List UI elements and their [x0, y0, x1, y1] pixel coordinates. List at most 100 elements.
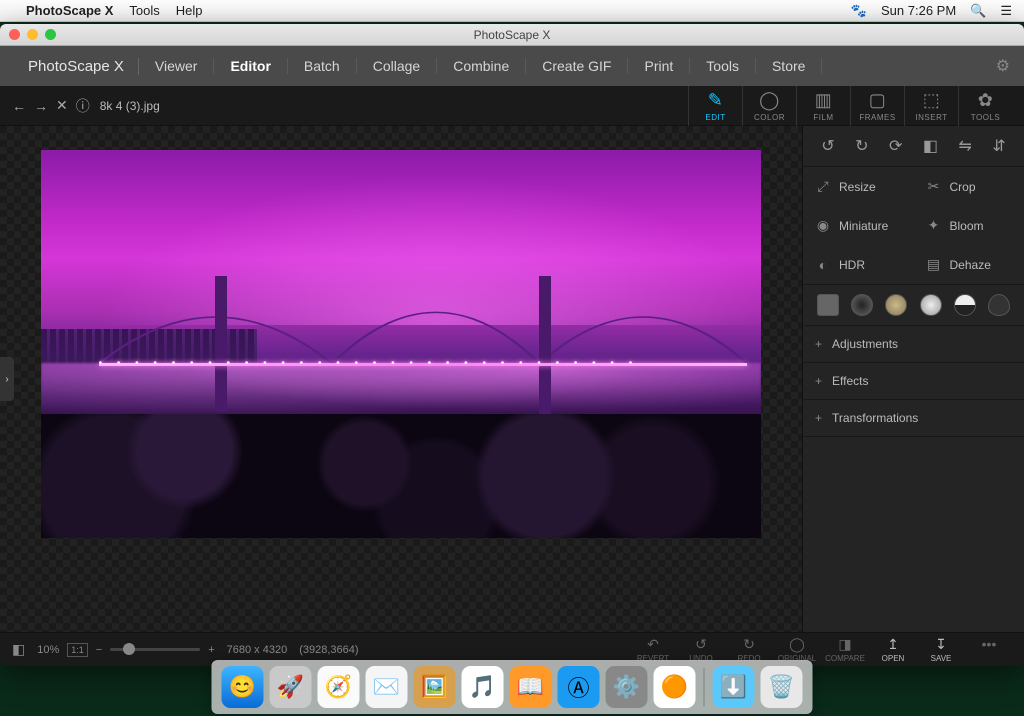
- tool-miniature[interactable]: ◉Miniature: [803, 206, 914, 245]
- settings-gear-icon[interactable]: ⚙: [996, 56, 1010, 76]
- zoom-fit-button[interactable]: 1:1: [67, 643, 88, 657]
- image-canvas[interactable]: [41, 150, 761, 538]
- dock-downloads[interactable]: ⬇️: [713, 666, 755, 708]
- menubar-tools[interactable]: Tools: [129, 3, 159, 18]
- more-icon: •••: [982, 636, 997, 652]
- more-button[interactable]: •••: [966, 636, 1012, 663]
- window-titlebar: PhotoScape X: [0, 24, 1024, 46]
- revert-icon: ↶: [647, 636, 659, 653]
- color-icon: ◯: [759, 90, 780, 111]
- menubar-help[interactable]: Help: [176, 3, 203, 18]
- dock-trash[interactable]: 🗑️: [761, 666, 803, 708]
- mode-tools[interactable]: ✿TOOLS: [958, 86, 1012, 126]
- resize-icon: ⤢: [815, 178, 831, 195]
- mode-film[interactable]: ▥FILM: [796, 86, 850, 126]
- tab-print[interactable]: Print: [628, 58, 690, 74]
- filter-preset-2[interactable]: [851, 294, 873, 316]
- original-icon: ◯: [789, 636, 805, 653]
- dock-finder[interactable]: 😊: [222, 666, 264, 708]
- menubar-script-icon[interactable]: 🐾: [851, 3, 867, 19]
- zoom-out-button[interactable]: −: [96, 644, 102, 656]
- tab-create-gif[interactable]: Create GIF: [526, 58, 628, 74]
- open-button[interactable]: ↥OPEN: [870, 636, 916, 663]
- original-button[interactable]: ◯ORIGINAL: [774, 636, 820, 663]
- workspace: › ↺: [0, 126, 1024, 632]
- tab-collage[interactable]: Collage: [357, 58, 437, 74]
- macos-menubar: PhotoScape X Tools Help 🐾 Sun 7:26 PM 🔍 …: [0, 0, 1024, 22]
- open-icon: ↥: [887, 636, 899, 653]
- edit-icon: ✎: [708, 90, 724, 111]
- tool-dehaze[interactable]: ▤Dehaze: [914, 245, 1024, 284]
- mode-insert[interactable]: ⬚INSERT: [904, 86, 958, 126]
- menubar-app[interactable]: PhotoScape X: [26, 3, 113, 18]
- filter-preset-1[interactable]: [817, 294, 839, 316]
- tab-store[interactable]: Store: [756, 58, 822, 74]
- section-transformations[interactable]: +Transformations: [803, 400, 1024, 437]
- dock-prefs[interactable]: ⚙️: [606, 666, 648, 708]
- compare-button[interactable]: ◨COMPARE: [822, 636, 868, 663]
- nav-forward-icon[interactable]: →: [34, 98, 48, 114]
- rotate-left-icon[interactable]: ↺: [821, 136, 834, 156]
- dock-photoscape[interactable]: 🟠: [654, 666, 696, 708]
- mode-color[interactable]: ◯COLOR: [742, 86, 796, 126]
- menubar-list-icon[interactable]: ☰: [1000, 3, 1012, 19]
- edit-sidepanel: ↺ ↻ ⟳ ◧ ⇋ ⇵ ⤢Resize ✂Crop ◉Miniature ✦Bl…: [802, 126, 1024, 632]
- section-effects[interactable]: +Effects: [803, 363, 1024, 400]
- crop-icon: ✂: [926, 178, 942, 195]
- hdr-icon: ◐: [815, 257, 831, 273]
- tab-combine[interactable]: Combine: [437, 58, 526, 74]
- tool-resize[interactable]: ⤢Resize: [803, 167, 914, 206]
- frames-icon: ▢: [869, 90, 887, 111]
- zoom-in-button[interactable]: +: [208, 644, 214, 656]
- rotate-right-icon[interactable]: ↻: [855, 136, 868, 156]
- redo-icon: ↻: [743, 636, 755, 653]
- undo-button[interactable]: ↺UNDO: [678, 636, 724, 663]
- tab-editor[interactable]: Editor: [214, 58, 287, 74]
- flip-v-icon[interactable]: ⇵: [992, 136, 1005, 156]
- compare-icon: ◨: [838, 636, 851, 653]
- dock-launchpad[interactable]: 🚀: [270, 666, 312, 708]
- dock-appstore[interactable]: Ⓐ: [558, 666, 600, 708]
- section-adjustments[interactable]: +Adjustments: [803, 326, 1024, 363]
- dock-preview[interactable]: 🖼️: [414, 666, 456, 708]
- filter-preset-6[interactable]: [988, 294, 1010, 316]
- app-window: PhotoScape X PhotoScape X Viewer Editor …: [0, 24, 1024, 666]
- nav-back-icon[interactable]: ←: [12, 98, 26, 114]
- app-brand: PhotoScape X: [14, 58, 139, 75]
- film-icon: ▥: [815, 90, 833, 111]
- tab-tools[interactable]: Tools: [690, 58, 756, 74]
- revert-button[interactable]: ↶REVERT: [630, 636, 676, 663]
- tool-hdr[interactable]: ◐HDR: [803, 245, 914, 284]
- tab-viewer[interactable]: Viewer: [139, 58, 215, 74]
- dock-ibooks[interactable]: 📖: [510, 666, 552, 708]
- current-filename: 8k 4 (3).jpg: [100, 99, 160, 113]
- filter-preset-3[interactable]: [885, 294, 907, 316]
- save-button[interactable]: ↧SAVE: [918, 636, 964, 663]
- mode-frames[interactable]: ▢FRAMES: [850, 86, 904, 126]
- tab-batch[interactable]: Batch: [288, 58, 357, 74]
- tools-icon: ✿: [978, 90, 994, 111]
- dock-itunes[interactable]: 🎵: [462, 666, 504, 708]
- zoom-slider[interactable]: [110, 648, 200, 651]
- redo-button[interactable]: ↻REDO: [726, 636, 772, 663]
- flip-h-icon[interactable]: ⇋: [958, 136, 971, 156]
- close-file-icon[interactable]: ✕: [56, 97, 68, 114]
- straighten-icon[interactable]: ◧: [923, 136, 938, 156]
- canvas-area[interactable]: ›: [0, 126, 802, 632]
- rotate-angle-icon[interactable]: ⟳: [889, 136, 902, 156]
- miniature-icon: ◉: [815, 217, 831, 234]
- info-icon[interactable]: ⓘ: [76, 96, 90, 116]
- panel-expand-handle[interactable]: ›: [0, 357, 14, 401]
- tool-bloom[interactable]: ✦Bloom: [914, 206, 1024, 245]
- spotlight-icon[interactable]: 🔍: [970, 3, 986, 19]
- cursor-coords: (3928,3664): [299, 644, 358, 656]
- zoom-percent[interactable]: 10%: [37, 644, 59, 656]
- tool-crop[interactable]: ✂Crop: [914, 167, 1024, 206]
- filter-preset-4[interactable]: [920, 294, 942, 316]
- mode-edit[interactable]: ✎EDIT: [688, 86, 742, 126]
- dock-mail[interactable]: ✉️: [366, 666, 408, 708]
- compare-toggle-icon[interactable]: ◧: [12, 641, 25, 658]
- dock-safari[interactable]: 🧭: [318, 666, 360, 708]
- filter-preset-5[interactable]: [954, 294, 976, 316]
- plus-icon: +: [815, 411, 822, 425]
